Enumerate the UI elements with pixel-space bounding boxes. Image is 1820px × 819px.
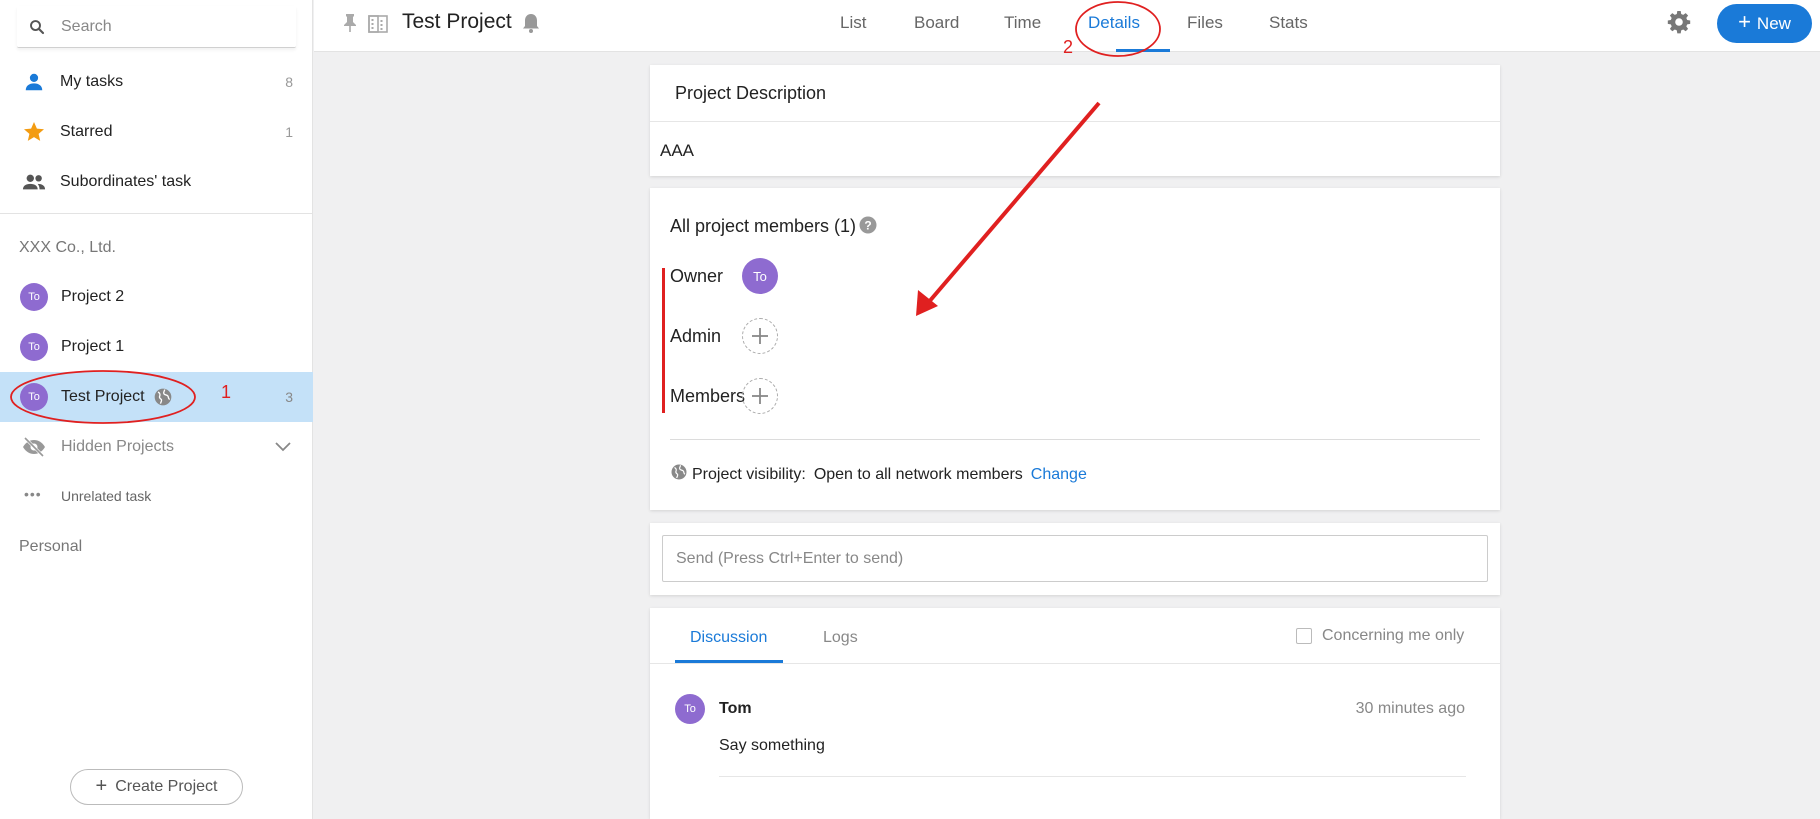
plus-icon: +	[95, 774, 108, 797]
help-icon[interactable]: ?	[859, 216, 877, 239]
project-description-card: Project Description AAA	[650, 65, 1500, 176]
discussion-card: Discussion Logs Concerning me only To To…	[650, 608, 1500, 819]
globe-icon	[670, 463, 688, 486]
active-tab-indicator	[1116, 49, 1170, 52]
hidden-projects-toggle[interactable]: Hidden Projects	[0, 423, 313, 473]
more-dots-icon: •••	[24, 486, 42, 502]
project-members-card: All project members (1) ? Owner To Admin…	[650, 188, 1500, 510]
org-title: XXX Co., Ltd.	[19, 239, 116, 256]
chevron-down-icon	[275, 439, 291, 457]
tab-board[interactable]: Board	[914, 13, 959, 33]
personal-title: Personal	[19, 538, 83, 555]
nav-label: My tasks	[60, 73, 124, 90]
divider	[670, 439, 1480, 440]
role-admin-label: Admin	[670, 326, 722, 346]
unrelated-task-item[interactable]: ••• Unrelated task	[0, 474, 313, 518]
project-label: Test Project	[61, 388, 145, 405]
send-input[interactable]	[662, 535, 1488, 582]
new-button[interactable]: + New	[1717, 4, 1812, 43]
message-text: Say something	[719, 737, 825, 754]
tab-stats[interactable]: Stats	[1269, 13, 1308, 33]
sidebar-project-1[interactable]: To Project 1	[0, 322, 313, 372]
add-member-button[interactable]	[742, 378, 778, 414]
add-admin-button[interactable]	[742, 318, 778, 354]
search-input[interactable]	[61, 17, 281, 36]
bell-icon[interactable]	[522, 12, 540, 39]
hidden-projects-label: Hidden Projects	[61, 438, 174, 455]
project-label: Project 2	[61, 288, 125, 305]
avatar: To	[675, 694, 705, 724]
nav-my-tasks[interactable]: My tasks 8	[0, 57, 313, 107]
page-title: Test Project	[402, 10, 512, 33]
change-visibility-link[interactable]: Change	[1031, 466, 1087, 484]
nav-subordinates-task[interactable]: Subordinates' task	[0, 157, 313, 207]
description-title: Project Description	[675, 83, 827, 103]
new-button-label: New	[1756, 13, 1791, 33]
search-icon	[27, 17, 47, 37]
globe-icon	[153, 387, 173, 412]
send-card	[650, 523, 1500, 595]
svg-text:?: ?	[864, 219, 871, 233]
pin-icon[interactable]	[342, 13, 358, 38]
concerning-me-filter[interactable]: Concerning me only	[1296, 627, 1464, 645]
nav-count: 1	[285, 124, 293, 140]
role-owner-label: Owner	[670, 266, 724, 286]
tab-list[interactable]: List	[840, 13, 866, 33]
owner-avatar[interactable]: To	[742, 258, 778, 294]
star-icon	[22, 120, 46, 144]
tab-time[interactable]: Time	[1004, 13, 1041, 33]
divider	[650, 663, 1500, 664]
search-box[interactable]	[17, 6, 296, 48]
avatar: To	[20, 383, 48, 411]
divider	[719, 776, 1466, 777]
description-body[interactable]: AAA	[660, 141, 694, 161]
nav-label: Subordinates' task	[60, 173, 192, 190]
annotation-number-2: 2	[1063, 37, 1074, 57]
checkbox[interactable]	[1296, 628, 1312, 644]
tab-details[interactable]: Details	[1088, 13, 1140, 33]
project-label: Project 1	[61, 338, 125, 355]
plus-icon: +	[1738, 9, 1751, 34]
nav-starred[interactable]: Starred 1	[0, 107, 313, 157]
sidebar-project-2[interactable]: To Project 2	[0, 272, 313, 322]
create-project-label: Create Project	[115, 778, 218, 795]
message-time: 30 minutes ago	[1355, 700, 1465, 717]
unrelated-task-label: Unrelated task	[61, 488, 152, 504]
divider	[650, 121, 1500, 122]
avatar: To	[20, 333, 48, 361]
avatar: To	[20, 283, 48, 311]
members-title: All project members (1)	[670, 216, 857, 236]
building-icon[interactable]	[367, 12, 389, 39]
nav-count: 8	[285, 74, 293, 90]
people-icon	[22, 170, 46, 194]
project-count: 3	[285, 389, 293, 405]
sidebar-project-test[interactable]: To Test Project 3	[0, 372, 313, 422]
visibility-label: Project visibility:	[692, 465, 806, 483]
nav-label: Starred	[60, 123, 113, 140]
annotation-number-1: 1	[221, 382, 232, 402]
project-visibility: Project visibility: Open to all network …	[670, 463, 1087, 486]
annotation-bar	[662, 268, 665, 413]
person-icon	[22, 70, 46, 94]
gear-icon[interactable]	[1667, 10, 1691, 39]
message-author: Tom	[719, 700, 752, 717]
visibility-value: Open to all network members	[813, 465, 1023, 483]
role-members-label: Members	[670, 386, 746, 406]
tab-logs[interactable]: Logs	[823, 629, 858, 647]
eye-off-icon	[22, 436, 46, 463]
filter-label: Concerning me only	[1322, 627, 1465, 644]
tab-discussion[interactable]: Discussion	[690, 629, 767, 647]
sidebar-divider	[0, 213, 313, 214]
tab-files[interactable]: Files	[1187, 13, 1223, 33]
create-project-button[interactable]: + Create Project	[70, 769, 243, 805]
sidebar: My tasks 8 Starred 1 Subordinates' task …	[0, 0, 313, 819]
